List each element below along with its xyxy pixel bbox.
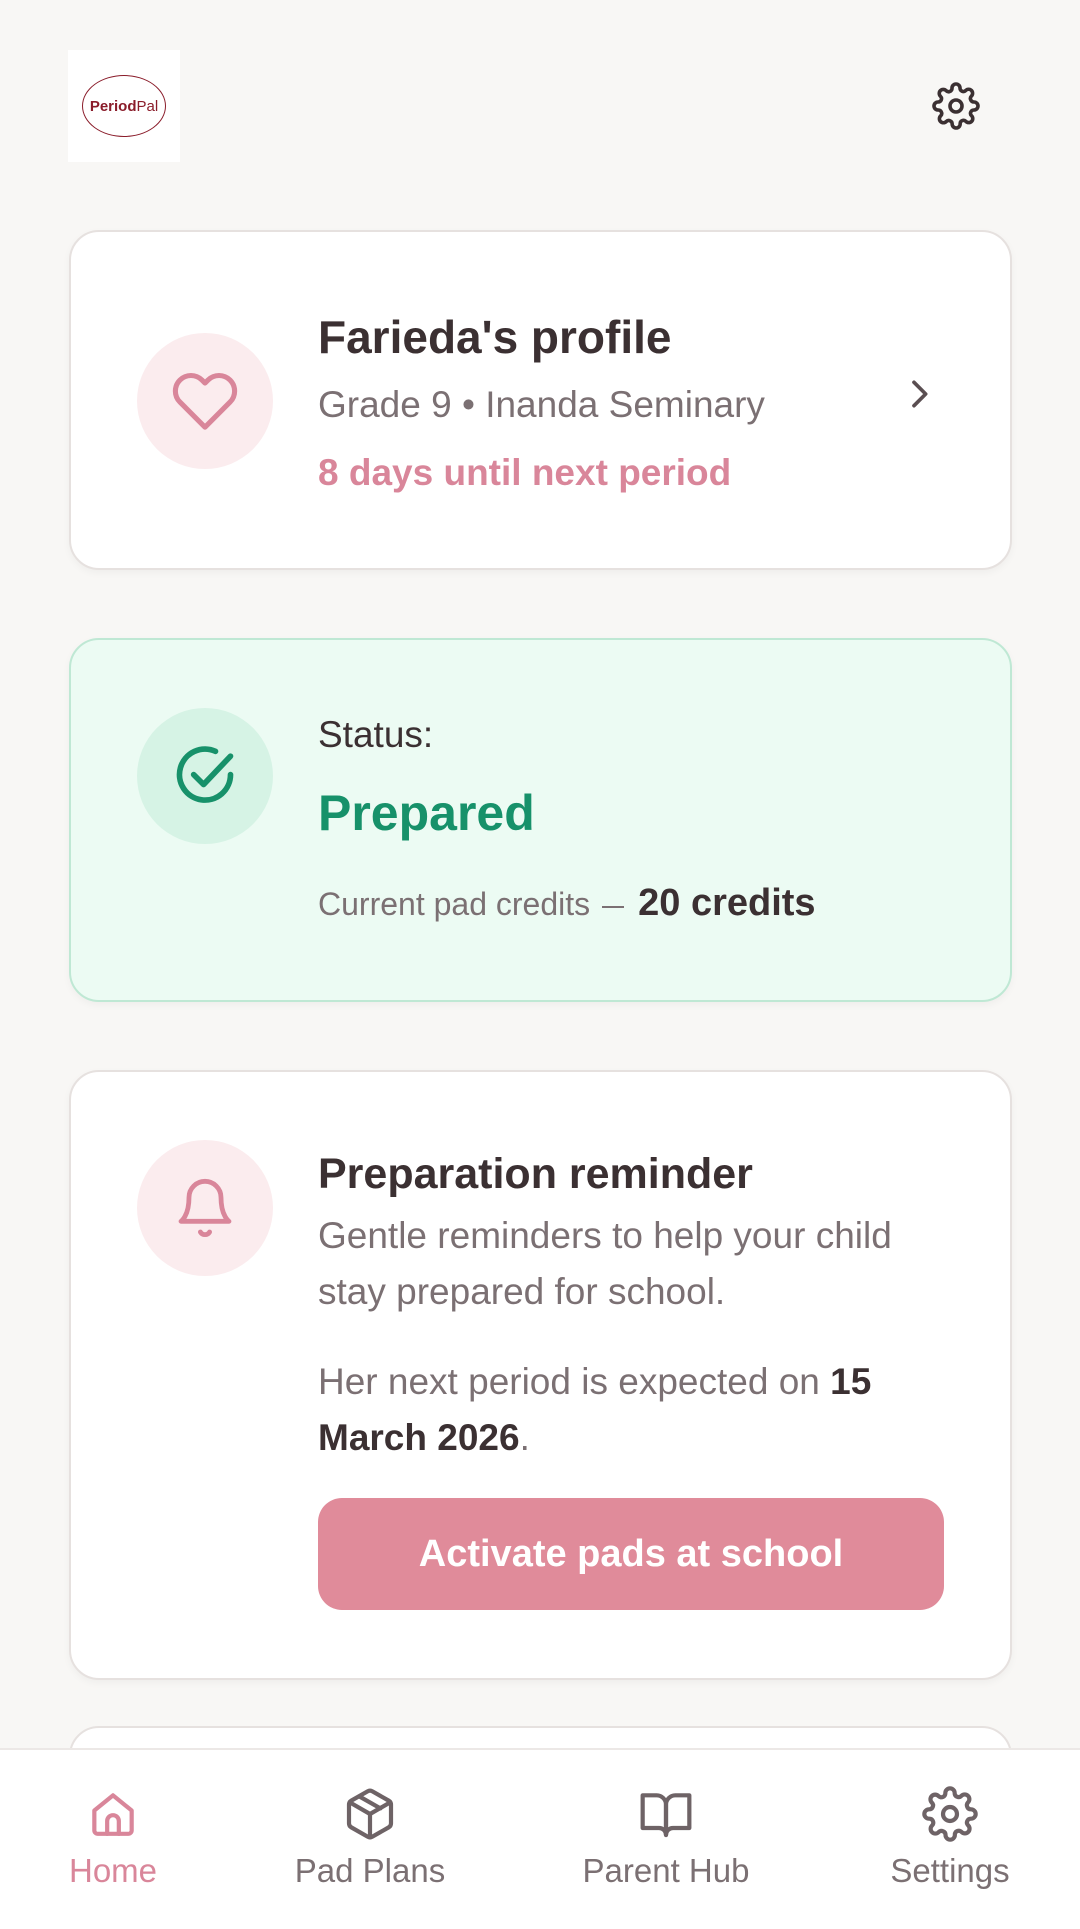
status-icon-circle [137, 708, 273, 844]
nav-parent-hub[interactable]: Parent Hub [556, 1750, 776, 1929]
nav-pad-plans-label: Pad Plans [294, 1852, 446, 1889]
status-card: Status: Prepared Current pad credits 20 c… [69, 638, 1012, 1002]
preparation-reminder-card: Preparation reminder Gentle reminders to… [69, 1070, 1012, 1680]
nav-pad-plans[interactable]: Pad Plans [260, 1750, 480, 1929]
bell-icon [178, 1178, 232, 1238]
settings-gear-icon[interactable] [932, 82, 980, 130]
pad-credits-row: Current pad credits 20 credits [318, 882, 816, 925]
check-circle-icon [176, 746, 234, 803]
reminder-title: Preparation reminder [318, 1150, 753, 1198]
nav-settings-label: Settings [890, 1852, 1010, 1889]
box-icon [346, 1788, 394, 1840]
expected-period-text: Her next period is expected on 15 March … [318, 1361, 872, 1458]
bottom-nav: Home Pad Plans Parent Hub Settings [0, 1748, 1080, 1929]
chevron-right-icon[interactable] [899, 374, 939, 414]
logo-mark: Period Pal [82, 75, 166, 137]
credits-label: Current pad credits [318, 886, 591, 922]
reminder-description: Gentle reminders to help your child stay… [318, 1215, 892, 1312]
nav-home-label: Home [68, 1852, 158, 1889]
app-logo: Period Pal [68, 50, 180, 162]
book-icon [640, 1793, 692, 1838]
home-icon [92, 1793, 134, 1836]
status-label: Status: [318, 714, 434, 755]
profile-icon-circle [137, 333, 273, 469]
activate-pads-button[interactable]: Activate pads at school [318, 1498, 944, 1610]
reminder-icon-circle [137, 1140, 273, 1276]
nav-settings[interactable]: Settings [840, 1750, 1060, 1929]
heart-icon [172, 372, 238, 430]
status-value: Prepared [318, 785, 535, 841]
nav-home[interactable]: Home [3, 1750, 223, 1929]
gear-icon [922, 1786, 978, 1842]
credits-dash [602, 905, 625, 908]
credits-value: 20 credits [638, 882, 816, 924]
profile-title: Farieda's profile [318, 311, 672, 363]
profile-card[interactable]: Farieda's profile Grade 9 • Inanda Semin… [69, 230, 1012, 570]
profile-details: Grade 9 • Inanda Seminary [318, 384, 765, 425]
next-period-countdown: 8 days until next period [318, 452, 732, 493]
nav-parent-hub-label: Parent Hub [582, 1852, 750, 1889]
